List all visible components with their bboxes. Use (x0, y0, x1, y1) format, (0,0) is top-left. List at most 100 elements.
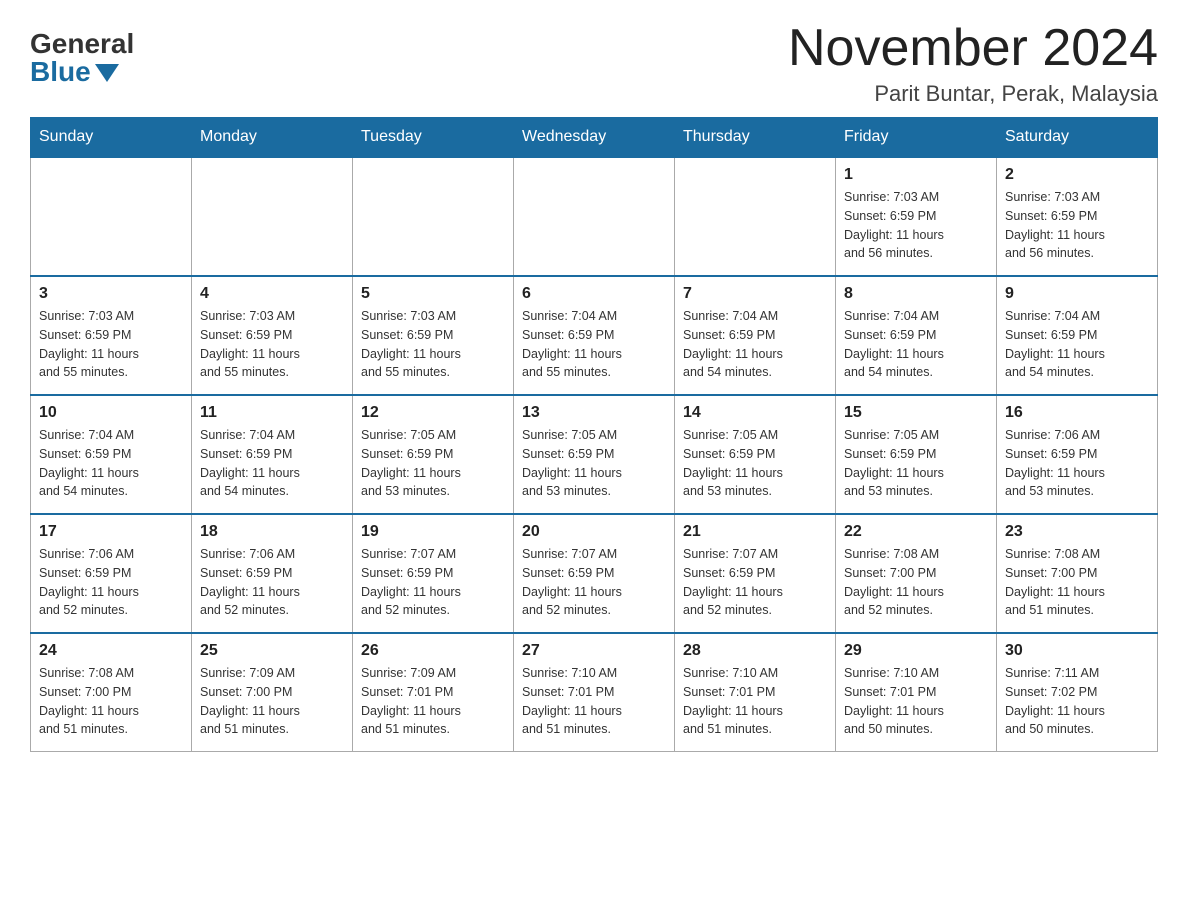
calendar-cell: 25Sunrise: 7:09 AMSunset: 7:00 PMDayligh… (192, 633, 353, 752)
day-info: Sunrise: 7:06 AMSunset: 6:59 PMDaylight:… (1005, 426, 1149, 501)
day-info: Sunrise: 7:04 AMSunset: 6:59 PMDaylight:… (1005, 307, 1149, 382)
day-info: Sunrise: 7:03 AMSunset: 6:59 PMDaylight:… (361, 307, 505, 382)
month-title: November 2024 (788, 20, 1158, 77)
calendar-cell: 5 Sunrise: 7:03 AMSunset: 6:59 PMDaylight… (353, 276, 514, 395)
day-number: 9 (1005, 285, 1149, 303)
calendar-cell: 7 Sunrise: 7:04 AMSunset: 6:59 PMDaylight… (675, 276, 836, 395)
day-info: Sunrise: 7:09 AMSunset: 7:00 PMDaylight:… (200, 664, 344, 739)
day-number: 26 (361, 642, 505, 660)
day-number: 11 (200, 404, 344, 422)
calendar-cell: 6Sunrise: 7:04 AMSunset: 6:59 PMDaylight… (514, 276, 675, 395)
calendar-cell: 3 Sunrise: 7:03 AMSunset: 6:59 PMDaylight… (31, 276, 192, 395)
day-number: 14 (683, 404, 827, 422)
day-number: 6 (522, 285, 666, 303)
day-info: Sunrise: 7:07 AMSunset: 6:59 PMDaylight:… (361, 545, 505, 620)
day-info: Sunrise: 7:04 AMSunset: 6:59 PMDaylight:… (844, 307, 988, 382)
calendar-cell (675, 157, 836, 276)
calendar-cell: 12 Sunrise: 7:05 AMSunset: 6:59 PMDayligh… (353, 395, 514, 514)
day-number: 5 (361, 285, 505, 303)
logo-arrow-icon (95, 64, 119, 82)
week-row-1: 1 Sunrise: 7:03 AMSunset: 6:59 PMDaylight… (31, 157, 1158, 276)
day-info: Sunrise: 7:04 AMSunset: 6:59 PMDaylight:… (683, 307, 827, 382)
calendar-cell: 2 Sunrise: 7:03 AMSunset: 6:59 PMDaylight… (997, 157, 1158, 276)
logo-blue-text: Blue (30, 58, 91, 86)
calendar-cell: 28 Sunrise: 7:10 AMSunset: 7:01 PMDayligh… (675, 633, 836, 752)
weekday-header-tuesday: Tuesday (353, 118, 514, 158)
week-row-2: 3 Sunrise: 7:03 AMSunset: 6:59 PMDaylight… (31, 276, 1158, 395)
calendar-cell: 17 Sunrise: 7:06 AMSunset: 6:59 PMDayligh… (31, 514, 192, 633)
day-info: Sunrise: 7:08 AMSunset: 7:00 PMDaylight:… (844, 545, 988, 620)
day-number: 23 (1005, 523, 1149, 541)
logo-blue-row: Blue (30, 58, 119, 86)
day-info: Sunrise: 7:05 AMSunset: 6:59 PMDaylight:… (361, 426, 505, 501)
calendar-cell: 22 Sunrise: 7:08 AMSunset: 7:00 PMDayligh… (836, 514, 997, 633)
weekday-header-saturday: Saturday (997, 118, 1158, 158)
day-number: 30 (1005, 642, 1149, 660)
day-info: Sunrise: 7:10 AMSunset: 7:01 PMDaylight:… (522, 664, 666, 739)
day-number: 21 (683, 523, 827, 541)
calendar-cell (353, 157, 514, 276)
day-info: Sunrise: 7:06 AMSunset: 6:59 PMDaylight:… (200, 545, 344, 620)
calendar-cell (31, 157, 192, 276)
calendar-cell: 8Sunrise: 7:04 AMSunset: 6:59 PMDaylight… (836, 276, 997, 395)
day-number: 17 (39, 523, 183, 541)
day-number: 15 (844, 404, 988, 422)
day-number: 24 (39, 642, 183, 660)
day-info: Sunrise: 7:03 AMSunset: 6:59 PMDaylight:… (1005, 188, 1149, 263)
day-info: Sunrise: 7:03 AMSunset: 6:59 PMDaylight:… (844, 188, 988, 263)
day-number: 29 (844, 642, 988, 660)
day-number: 19 (361, 523, 505, 541)
calendar-cell: 27 Sunrise: 7:10 AMSunset: 7:01 PMDayligh… (514, 633, 675, 752)
day-number: 4 (200, 285, 344, 303)
week-row-5: 24 Sunrise: 7:08 AMSunset: 7:00 PMDayligh… (31, 633, 1158, 752)
day-number: 3 (39, 285, 183, 303)
week-row-4: 17 Sunrise: 7:06 AMSunset: 6:59 PMDayligh… (31, 514, 1158, 633)
calendar: SundayMondayTuesdayWednesdayThursdayFrid… (30, 117, 1158, 752)
day-number: 2 (1005, 166, 1149, 184)
day-number: 1 (844, 166, 988, 184)
day-info: Sunrise: 7:09 AMSunset: 7:01 PMDaylight:… (361, 664, 505, 739)
calendar-cell (192, 157, 353, 276)
calendar-cell: 1 Sunrise: 7:03 AMSunset: 6:59 PMDaylight… (836, 157, 997, 276)
calendar-cell: 19 Sunrise: 7:07 AMSunset: 6:59 PMDayligh… (353, 514, 514, 633)
title-section: November 2024 Parit Buntar, Perak, Malay… (788, 20, 1158, 107)
calendar-cell: 30 Sunrise: 7:11 AMSunset: 7:02 PMDayligh… (997, 633, 1158, 752)
day-number: 10 (39, 404, 183, 422)
calendar-cell: 14 Sunrise: 7:05 AMSunset: 6:59 PMDayligh… (675, 395, 836, 514)
day-number: 28 (683, 642, 827, 660)
weekday-header-friday: Friday (836, 118, 997, 158)
calendar-cell: 23 Sunrise: 7:08 AMSunset: 7:00 PMDayligh… (997, 514, 1158, 633)
day-info: Sunrise: 7:05 AMSunset: 6:59 PMDaylight:… (683, 426, 827, 501)
calendar-cell: 11 Sunrise: 7:04 AMSunset: 6:59 PMDayligh… (192, 395, 353, 514)
day-info: Sunrise: 7:05 AMSunset: 6:59 PMDaylight:… (522, 426, 666, 501)
day-info: Sunrise: 7:10 AMSunset: 7:01 PMDaylight:… (683, 664, 827, 739)
calendar-cell: 20 Sunrise: 7:07 AMSunset: 6:59 PMDayligh… (514, 514, 675, 633)
day-info: Sunrise: 7:06 AMSunset: 6:59 PMDaylight:… (39, 545, 183, 620)
day-number: 22 (844, 523, 988, 541)
calendar-cell: 29 Sunrise: 7:10 AMSunset: 7:01 PMDayligh… (836, 633, 997, 752)
calendar-cell: 21 Sunrise: 7:07 AMSunset: 6:59 PMDayligh… (675, 514, 836, 633)
logo: General Blue (30, 20, 134, 86)
day-info: Sunrise: 7:03 AMSunset: 6:59 PMDaylight:… (200, 307, 344, 382)
day-number: 7 (683, 285, 827, 303)
day-info: Sunrise: 7:04 AMSunset: 6:59 PMDaylight:… (39, 426, 183, 501)
calendar-cell: 18Sunrise: 7:06 AMSunset: 6:59 PMDayligh… (192, 514, 353, 633)
calendar-cell: 24 Sunrise: 7:08 AMSunset: 7:00 PMDayligh… (31, 633, 192, 752)
calendar-cell: 16Sunrise: 7:06 AMSunset: 6:59 PMDayligh… (997, 395, 1158, 514)
day-number: 20 (522, 523, 666, 541)
day-number: 12 (361, 404, 505, 422)
calendar-cell: 10 Sunrise: 7:04 AMSunset: 6:59 PMDayligh… (31, 395, 192, 514)
weekday-header-sunday: Sunday (31, 118, 192, 158)
day-info: Sunrise: 7:08 AMSunset: 7:00 PMDaylight:… (39, 664, 183, 739)
day-info: Sunrise: 7:10 AMSunset: 7:01 PMDaylight:… (844, 664, 988, 739)
calendar-cell: 4 Sunrise: 7:03 AMSunset: 6:59 PMDaylight… (192, 276, 353, 395)
calendar-cell (514, 157, 675, 276)
day-info: Sunrise: 7:07 AMSunset: 6:59 PMDaylight:… (683, 545, 827, 620)
day-info: Sunrise: 7:08 AMSunset: 7:00 PMDaylight:… (1005, 545, 1149, 620)
day-info: Sunrise: 7:07 AMSunset: 6:59 PMDaylight:… (522, 545, 666, 620)
calendar-cell: 13Sunrise: 7:05 AMSunset: 6:59 PMDayligh… (514, 395, 675, 514)
day-info: Sunrise: 7:03 AMSunset: 6:59 PMDaylight:… (39, 307, 183, 382)
day-number: 27 (522, 642, 666, 660)
day-info: Sunrise: 7:04 AMSunset: 6:59 PMDaylight:… (200, 426, 344, 501)
day-info: Sunrise: 7:11 AMSunset: 7:02 PMDaylight:… (1005, 664, 1149, 739)
